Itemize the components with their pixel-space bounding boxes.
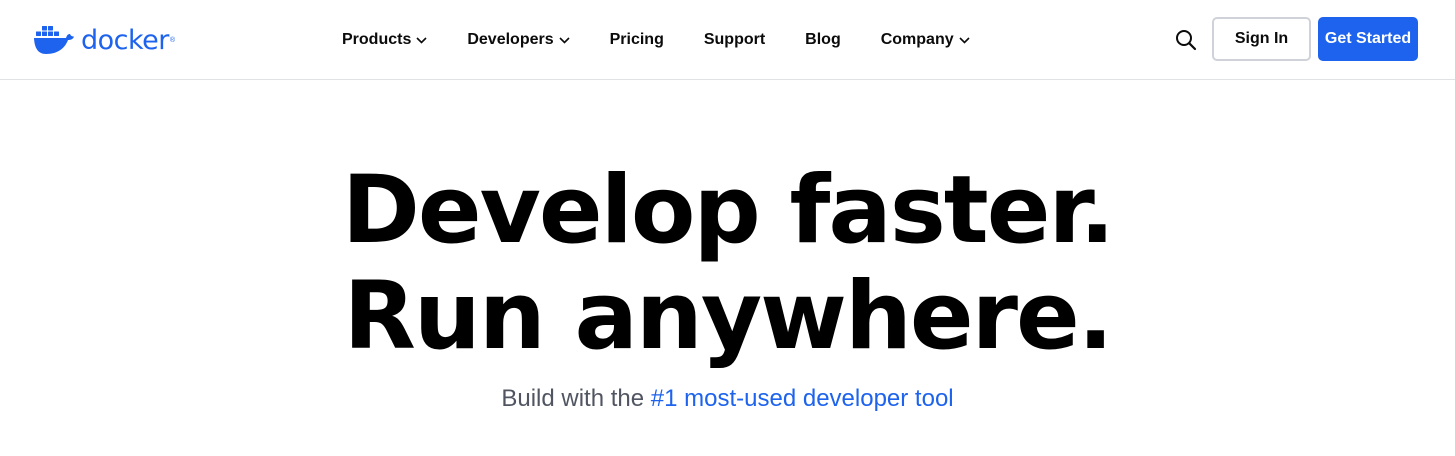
page: docker ® Products Developers Pricing Supp… [0,0,1455,456]
hero-title: Develop faster. Run anywhere. [0,158,1455,370]
nav-item-label: Developers [467,31,554,48]
main-nav: Products Developers Pricing Support Blog… [342,0,970,80]
search-icon [1176,30,1197,51]
hero-title-line-2: Run anywhere. [343,262,1114,371]
logo-wordmark: docker [81,24,169,56]
nav-item-label: Pricing [609,31,664,48]
nav-item-developers[interactable]: Developers [467,31,570,49]
chevron-down-icon [559,36,570,44]
hero-subtitle-prefix: Build with the [501,385,645,412]
docker-logo-link[interactable]: docker ® [33,22,175,58]
nav-item-pricing[interactable]: Pricing [610,31,664,49]
nav-item-label: Blog [805,31,841,48]
site-header: docker ® Products Developers Pricing Supp… [0,0,1455,80]
nav-item-label: Support [703,31,766,48]
docker-whale-icon [34,26,74,54]
search-button[interactable] [1174,28,1198,52]
hero-subtitle: Build with the #1 most-used developer to… [0,385,1455,413]
hero-subtitle-link[interactable]: #1 most-used developer tool [651,385,954,412]
nav-item-company[interactable]: Company [881,31,970,49]
get-started-button[interactable]: Get Started [1318,17,1418,61]
chevron-down-icon [416,36,427,44]
chevron-down-icon [959,36,970,44]
registered-mark: ® [169,36,176,44]
nav-item-label: Products [342,31,412,48]
nav-item-products[interactable]: Products [342,31,427,49]
nav-item-support[interactable]: Support [704,31,765,49]
nav-item-blog[interactable]: Blog [805,31,841,49]
hero-title-line-1: Develop faster. [341,156,1115,265]
nav-item-label: Company [880,31,954,48]
sign-in-button[interactable]: Sign In [1212,17,1311,61]
